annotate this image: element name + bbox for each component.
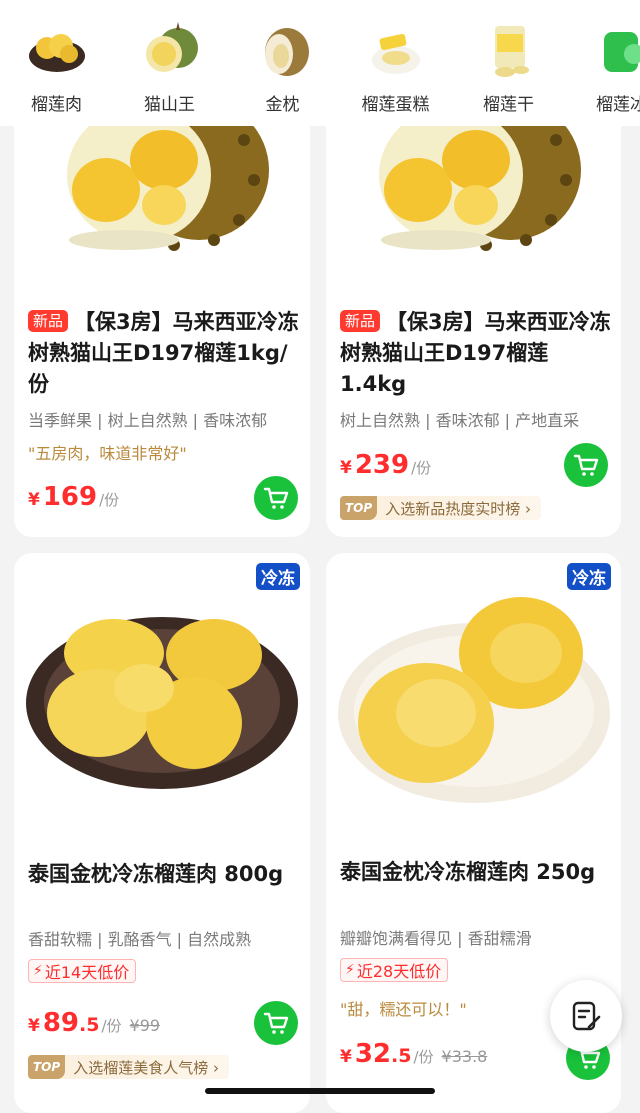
category-label: 金枕	[266, 90, 300, 115]
product-tags: 当季鲜果 | 树上自然熟 | 香味浓郁	[28, 407, 304, 431]
category-durian-flesh[interactable]: 榴莲肉	[0, 0, 113, 126]
product-card[interactable]: 冷冻 泰国金枕冷冻榴莲肉 800g 香甜软糯 | 乳酪香气 | 自然成熟 ⚡近1…	[14, 553, 310, 1113]
ranking-text: 入选榴莲美食人气榜 ›	[73, 1057, 219, 1078]
add-to-cart-button[interactable]	[564, 443, 608, 487]
low-price-tag: ⚡近14天低价	[28, 959, 136, 983]
category-label: 榴莲蛋糕	[362, 90, 430, 115]
review-quote: "甜，糯还可以！"	[340, 996, 467, 1020]
durian-cake-icon	[364, 18, 428, 82]
product-title: 新品【保3房】马来西亚冷冻树熟猫山王D197榴莲1.4kg	[340, 307, 611, 400]
product-image	[326, 583, 621, 823]
monthong-icon	[251, 18, 315, 82]
category-label: 榴莲肉	[31, 90, 82, 115]
product-tags: 瓣瓣饱满看得见 | 香甜糯滑	[340, 925, 615, 949]
price: ¥ 89 .5 /份 ¥99	[28, 1008, 160, 1038]
durian-ice-icon	[590, 18, 640, 82]
dried-durian-icon	[477, 18, 541, 82]
category-strip: 榴莲肉 猫山王 金枕 榴莲蛋糕 榴莲干 榴莲冰	[0, 0, 640, 126]
home-indicator	[205, 1088, 435, 1094]
category-label: 榴莲干	[483, 90, 534, 115]
frozen-badge: 冷冻	[256, 563, 300, 590]
ranking-tag[interactable]: TOP 入选新品热度实时榜 ›	[340, 496, 541, 520]
edit-list-icon	[569, 999, 603, 1033]
top-badge: TOP	[28, 1055, 65, 1079]
product-card[interactable]: 新品【保3房】马来西亚冷冻树熟猫山王D197榴莲1.4kg 树上自然熟 | 香味…	[326, 100, 621, 537]
new-badge: 新品	[28, 310, 68, 332]
category-label: 猫山王	[144, 90, 195, 115]
product-tags: 香甜软糯 | 乳酪香气 | 自然成熟	[28, 926, 304, 950]
product-title: 新品【保3房】马来西亚冷冻树熟猫山王D197榴莲1kg/份	[28, 307, 300, 400]
product-image	[326, 100, 621, 290]
price: ¥ 239 /份	[340, 450, 431, 480]
cart-icon	[573, 453, 599, 477]
add-to-cart-button[interactable]	[254, 1001, 298, 1045]
ranking-tag[interactable]: TOP 入选榴莲美食人气榜 ›	[28, 1055, 229, 1079]
price: ¥ 32 .5 /份 ¥33.8	[340, 1039, 487, 1069]
cart-icon	[263, 1011, 289, 1035]
lightning-icon: ⚡	[345, 962, 355, 978]
low-price-tag: ⚡近28天低价	[340, 958, 448, 982]
lightning-icon: ⚡	[33, 963, 43, 979]
floating-list-button[interactable]	[550, 980, 622, 1052]
category-dried-durian[interactable]: 榴莲干	[452, 0, 565, 126]
original-price: ¥33.8	[442, 1047, 488, 1066]
product-title: 泰国金枕冷冻榴莲肉 800g	[28, 859, 300, 890]
product-title: 泰国金枕冷冻榴莲肉 250g	[340, 857, 611, 888]
category-musang-king[interactable]: 猫山王	[113, 0, 226, 126]
product-image	[14, 100, 310, 290]
product-tags: 树上自然熟 | 香味浓郁 | 产地直采	[340, 407, 615, 431]
ranking-text: 入选新品热度实时榜 ›	[385, 498, 531, 519]
category-durian-ice[interactable]: 榴莲冰	[565, 0, 640, 126]
musang-king-icon	[138, 18, 202, 82]
durian-flesh-icon	[25, 18, 89, 82]
original-price: ¥99	[130, 1016, 161, 1035]
category-durian-cake[interactable]: 榴莲蛋糕	[339, 0, 452, 126]
add-to-cart-button[interactable]	[254, 476, 298, 520]
product-image	[14, 593, 310, 823]
review-quote: "五房肉，味道非常好"	[28, 440, 187, 464]
top-badge: TOP	[340, 496, 377, 520]
new-badge: 新品	[340, 310, 380, 332]
product-card[interactable]: 新品【保3房】马来西亚冷冻树熟猫山王D197榴莲1kg/份 当季鲜果 | 树上自…	[14, 100, 310, 537]
category-monthong[interactable]: 金枕	[226, 0, 339, 126]
price: ¥ 169 /份	[28, 482, 119, 512]
category-label: 榴莲冰	[596, 90, 640, 115]
cart-icon	[263, 486, 289, 510]
